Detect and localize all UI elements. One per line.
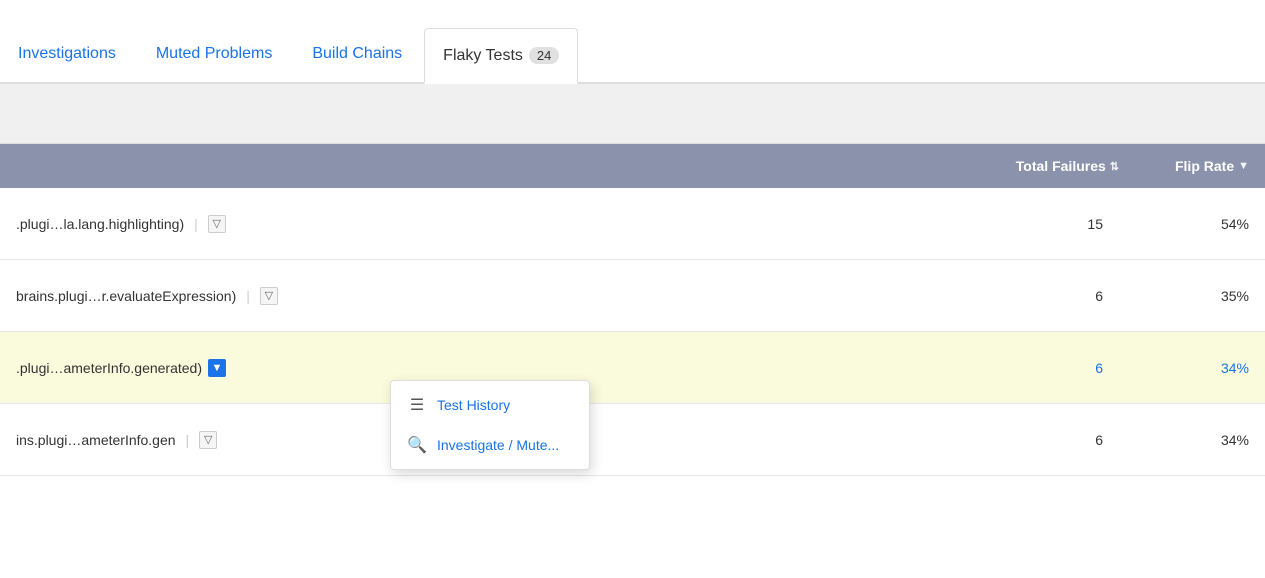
row-2-flip: 35% <box>1119 288 1249 304</box>
tab-build-chains-label: Build Chains <box>312 45 402 63</box>
tab-bar: Investigations Muted Problems Build Chai… <box>0 0 1265 84</box>
col-flip-rate-header[interactable]: Flip Rate ▼ <box>1119 158 1249 174</box>
row-1-name: .plugi…la.lang.highlighting) <box>16 216 184 232</box>
row-4-total: 6 <box>959 432 1119 448</box>
row-name: brains.plugi…r.evaluateExpression) | ▽ <box>16 287 959 305</box>
row-4-dropdown[interactable]: ▽ <box>199 431 217 449</box>
total-failures-label: Total Failures <box>1016 158 1106 174</box>
row-name: .plugi…ameterInfo.generated) ▼ <box>16 359 959 377</box>
row-2-name: brains.plugi…r.evaluateExpression) <box>16 288 236 304</box>
investigate-icon: 🔍 <box>407 435 427 455</box>
tab-build-chains[interactable]: Build Chains <box>294 26 420 82</box>
total-failures-sort-icon: ⇅ <box>1110 160 1119 173</box>
row-3-total: 6 <box>959 360 1119 376</box>
tab-investigations[interactable]: Investigations <box>0 26 134 82</box>
row-2-total: 6 <box>959 288 1119 304</box>
test-history-icon: ☰ <box>407 395 427 415</box>
tab-flaky-tests[interactable]: Flaky Tests 24 <box>424 28 578 84</box>
row-1-total: 15 <box>959 216 1119 232</box>
table-header: Total Failures ⇅ Flip Rate ▼ <box>0 144 1265 188</box>
row-3-name: .plugi…ameterInfo.generated) <box>16 360 202 376</box>
row-4-name: ins.plugi…ameterInfo.gen <box>16 432 176 448</box>
row-1-dropdown[interactable]: ▽ <box>208 215 226 233</box>
row-2-dropdown[interactable]: ▽ <box>260 287 278 305</box>
sub-bar <box>0 84 1265 144</box>
col-total-failures-header[interactable]: Total Failures ⇅ <box>959 158 1119 174</box>
row-2-pipe: | <box>246 288 250 304</box>
context-menu: ☰ Test History 🔍 Investigate / Mute... <box>390 380 590 470</box>
menu-item-test-history[interactable]: ☰ Test History <box>391 385 589 425</box>
table-row: ins.plugi…ameterInfo.gen | ▽ 6 34% <box>0 404 1265 476</box>
flip-rate-label: Flip Rate <box>1175 158 1234 174</box>
table-row: brains.plugi…r.evaluateExpression) | ▽ 6… <box>0 260 1265 332</box>
row-1-flip: 54% <box>1119 216 1249 232</box>
table-row-highlighted: .plugi…ameterInfo.generated) ▼ 6 34% ☰ T… <box>0 332 1265 404</box>
investigate-mute-label: Investigate / Mute... <box>437 437 559 453</box>
tab-muted-problems[interactable]: Muted Problems <box>138 26 291 82</box>
row-3-flip: 34% <box>1119 360 1249 376</box>
tab-flaky-tests-label: Flaky Tests <box>443 47 523 65</box>
flip-rate-sort-icon: ▼ <box>1238 160 1249 172</box>
row-4-flip: 34% <box>1119 432 1249 448</box>
tab-muted-problems-label: Muted Problems <box>156 45 273 63</box>
test-history-label: Test History <box>437 397 510 413</box>
row-3-dropdown[interactable]: ▼ <box>208 359 226 377</box>
table-row: .plugi…la.lang.highlighting) | ▽ 15 54% <box>0 188 1265 260</box>
flaky-tests-badge: 24 <box>529 47 559 64</box>
row-1-pipe: | <box>194 216 198 232</box>
row-4-pipe: | <box>186 432 190 448</box>
row-name: .plugi…la.lang.highlighting) | ▽ <box>16 215 959 233</box>
menu-item-investigate-mute[interactable]: 🔍 Investigate / Mute... <box>391 425 589 465</box>
tab-investigations-label: Investigations <box>18 45 116 63</box>
